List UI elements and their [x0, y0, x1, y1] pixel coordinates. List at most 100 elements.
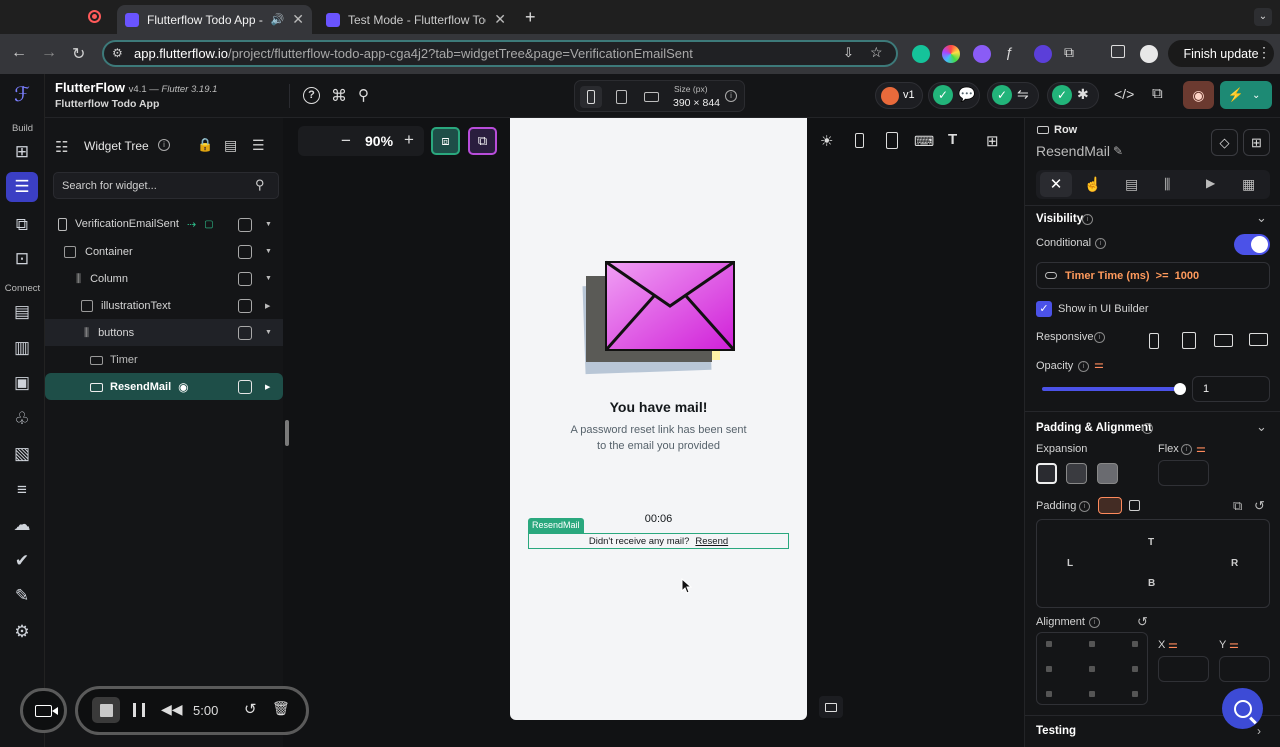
search-icon[interactable]: ⚲ — [358, 86, 369, 104]
widget-tree-info-icon[interactable]: i — [158, 139, 170, 151]
size-info-icon[interactable]: i — [725, 90, 737, 102]
cloud-functions-icon[interactable]: ☁ — [12, 515, 32, 535]
zoom-level[interactable]: 90% — [365, 133, 393, 149]
tree-node-container[interactable]: Container — [64, 244, 133, 260]
reset-icon[interactable]: ↺ — [1254, 498, 1265, 514]
expand-caret-icon[interactable]: ▶ — [265, 302, 270, 310]
site-settings-icon[interactable]: ⚙ — [112, 46, 123, 60]
opacity-variable-icon[interactable]: ⚌ — [1094, 358, 1104, 371]
new-tab-icon[interactable]: + — [525, 7, 536, 28]
extensions-puzzle-icon[interactable]: ⧉ — [1064, 44, 1074, 61]
restart-recording-icon[interactable]: ↺ — [244, 700, 257, 718]
expand-caret-icon[interactable]: ▼ — [265, 275, 272, 282]
panel-resize-handle[interactable] — [285, 420, 289, 446]
alignment-dot[interactable] — [1089, 666, 1095, 672]
function-extension-icon[interactable]: ƒ — [1005, 44, 1013, 60]
canvas-frame-toggle[interactable]: ⧈ — [431, 127, 460, 155]
canvas-layout-icon[interactable]: ⊞ — [986, 132, 999, 150]
tab-search-chevron-icon[interactable]: ⌄ — [1254, 8, 1272, 26]
color-picker-extension-icon[interactable] — [942, 45, 960, 63]
reload-icon[interactable]: ↻ — [72, 44, 85, 64]
tree-node-illustrationtext[interactable]: illustrationText — [81, 298, 171, 314]
conditional-info-icon[interactable]: i — [1095, 238, 1106, 249]
flex-variable-icon[interactable]: ⚌ — [1196, 442, 1206, 455]
back-arrow-icon[interactable]: ← — [11, 44, 27, 62]
tree-node-verificationemailsent[interactable]: VerificationEmailSent ⇢ ▢ — [58, 215, 214, 233]
expand-caret-icon[interactable]: ▶ — [265, 383, 270, 391]
responsive-tablet-landscape-icon[interactable] — [1214, 334, 1233, 347]
device-frame-toggle[interactable] — [819, 696, 843, 718]
padding-uniform-toggle[interactable] — [1098, 497, 1122, 514]
settings-gear-icon[interactable]: ⚙ — [12, 622, 32, 642]
gear-extension-icon[interactable] — [973, 45, 991, 63]
bookmark-star-icon[interactable]: ☆ — [870, 44, 883, 61]
text-scale-icon[interactable]: T — [948, 131, 957, 148]
expansion-default-button[interactable] — [1036, 463, 1057, 484]
data-types-icon[interactable]: ▤ — [12, 302, 32, 322]
visibility-info-icon[interactable]: i — [1082, 214, 1093, 225]
browser-menu-icon[interactable]: ⋮ — [1257, 44, 1271, 61]
browser-tab-flutterflow[interactable]: Flutterflow Todo App - Flu 🔊 ✕ — [117, 5, 312, 34]
opacity-slider-track[interactable] — [1042, 387, 1180, 391]
tab-backend-query[interactable]: ▤ — [1125, 176, 1138, 193]
install-app-icon[interactable]: ⇩ — [843, 45, 854, 61]
visibility-eye-icon[interactable]: ◉ — [178, 380, 188, 394]
storyboard-icon[interactable]: ⧉ — [12, 215, 32, 235]
help-icon[interactable]: ? — [303, 87, 320, 104]
canvas-ai-toggle[interactable]: ⧉ — [468, 127, 497, 155]
add-widget-button[interactable]: ⊞ — [1243, 129, 1270, 156]
tree-node-column[interactable]: ⫼ Column — [76, 271, 128, 287]
tree-node-buttons[interactable]: ⫼ buttons — [84, 325, 134, 341]
testing-section-title[interactable]: Testing — [1036, 725, 1076, 737]
device-phone-button[interactable] — [580, 86, 602, 108]
flex-input[interactable] — [1158, 460, 1209, 486]
camera-toggle-button[interactable] — [20, 688, 67, 733]
add-widget-icon[interactable]: ⊞ — [12, 142, 32, 162]
alignment-dot[interactable] — [1089, 691, 1095, 697]
run-button[interactable]: ⚡ ⌄ — [1220, 81, 1272, 109]
side-panel-icon[interactable] — [1111, 45, 1125, 58]
flutterflow-logo-icon[interactable]: ℱ — [12, 85, 32, 105]
expansion-expanded-button[interactable] — [1097, 463, 1118, 484]
pause-icon[interactable] — [133, 703, 145, 717]
alignment-y-input[interactable] — [1219, 656, 1270, 682]
grammarly-extension-icon[interactable] — [912, 45, 930, 63]
alignment-x-input[interactable] — [1158, 656, 1209, 682]
rewind-icon[interactable]: ◀◀ — [161, 701, 183, 718]
collapse-all-icon[interactable]: ▤ — [224, 137, 237, 154]
alignment-dot[interactable] — [1132, 641, 1138, 647]
testing-expand-chevron-icon[interactable]: › — [1257, 724, 1261, 738]
responsive-tablet-icon[interactable] — [1182, 332, 1196, 349]
alignment-dot[interactable] — [1132, 691, 1138, 697]
device-tablet-button[interactable] — [610, 86, 632, 108]
url-field[interactable]: app.flutterflow.io/project/flutterflow-t… — [102, 40, 898, 67]
conditional-toggle[interactable] — [1234, 234, 1270, 255]
tab-notes[interactable]: ▦ — [1242, 176, 1255, 193]
tree-node-timer[interactable]: Timer — [90, 352, 138, 368]
padding-alignment-info-icon[interactable]: i — [1142, 423, 1153, 434]
responsive-info-icon[interactable]: i — [1094, 332, 1105, 343]
x-variable-icon[interactable]: ⚌ — [1168, 638, 1178, 651]
expand-caret-icon[interactable]: ▼ — [265, 248, 272, 255]
zoom-out-icon[interactable]: − — [341, 131, 351, 151]
browser-tab-test-mode[interactable]: Test Mode - Flutterflow Todo ✕ — [318, 5, 514, 34]
open-external-icon[interactable]: ⧉ — [1152, 85, 1163, 102]
close-tab-icon[interactable]: ✕ — [494, 11, 506, 28]
padding-individual-toggle[interactable] — [1129, 500, 1140, 511]
integrations-icon[interactable]: ♧ — [12, 409, 32, 429]
phone-preview-icon[interactable] — [855, 133, 864, 148]
copy-icon[interactable]: ⧉ — [1233, 498, 1242, 514]
alignment-dot[interactable] — [1089, 641, 1095, 647]
command-palette-icon[interactable]: ⌘ — [331, 86, 347, 106]
api-calls-icon[interactable]: ▣ — [12, 373, 32, 393]
help-search-button[interactable] — [1222, 688, 1263, 729]
keyboard-icon[interactable]: ⌨ — [914, 133, 934, 150]
theme-settings-icon[interactable]: ✎ — [12, 586, 32, 606]
condition-field[interactable]: Timer Time (ms) >= 1000 — [1036, 262, 1270, 289]
search-icon[interactable]: ⚲ — [255, 177, 265, 193]
forward-arrow-icon[interactable]: → — [41, 44, 57, 62]
add-child-icon[interactable] — [238, 299, 252, 313]
code-view-icon[interactable]: </> — [1114, 86, 1134, 102]
resend-link[interactable]: Resend — [695, 536, 728, 547]
close-tab-icon[interactable]: ✕ — [292, 11, 304, 28]
